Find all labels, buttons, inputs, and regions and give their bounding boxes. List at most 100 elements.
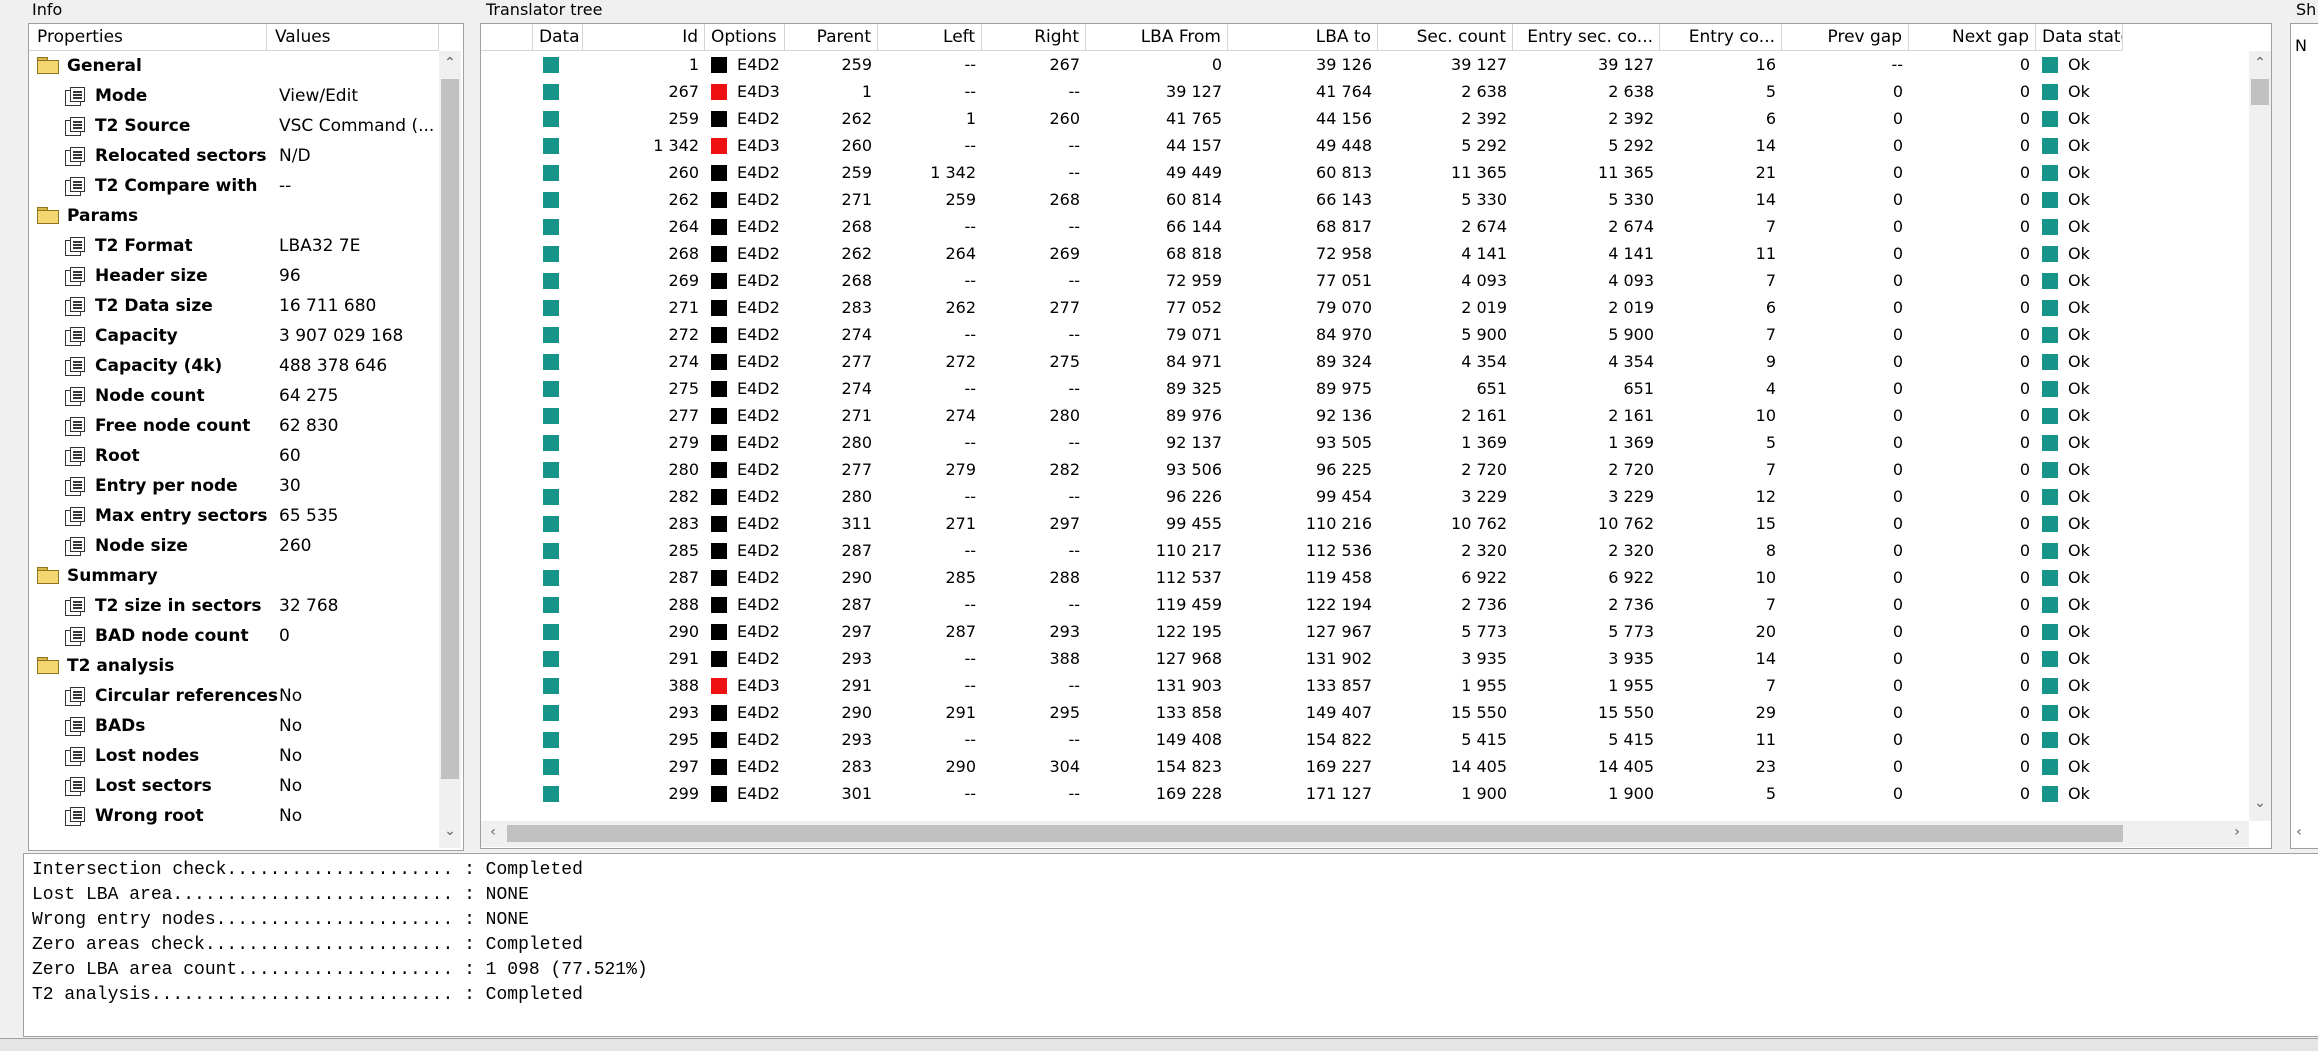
- cell-esec: 5 292: [1608, 136, 1654, 155]
- table-row[interactable]: 1 E4D2 259 -- 267 0 39 126 39 127 39 127 16 -- 0 Ok: [481, 51, 2251, 78]
- cell-prev: 0: [1892, 136, 1903, 155]
- column-header[interactable]: Entry co...: [1660, 24, 1782, 51]
- data-color-swatch: [543, 111, 559, 127]
- column-header[interactable]: Options: [705, 24, 785, 51]
- property-row[interactable]: Entry per node 30: [29, 471, 439, 501]
- property-row[interactable]: Root 60: [29, 441, 439, 471]
- table-row[interactable]: 388 E4D3 291 -- -- 131 903 133 857 1 955 1 955 7 0…: [481, 672, 2251, 699]
- table-row[interactable]: 259 E4D2 262 1 260 41 765 44 156 2 392 2 392 6 0 0 O…: [481, 105, 2251, 132]
- cell-state: Ok: [2068, 460, 2090, 479]
- cell-sec: 11 365: [1451, 163, 1507, 182]
- property-row[interactable]: Header size 96: [29, 261, 439, 291]
- column-header[interactable]: Sec. count: [1378, 24, 1513, 51]
- cell-left: 262: [945, 298, 976, 317]
- scroll-thumb[interactable]: [441, 79, 459, 779]
- property-name: T2 Source: [95, 116, 191, 136]
- column-header[interactable]: Prev gap: [1782, 24, 1909, 51]
- tree-horizontal-scrollbar[interactable]: ‹ ›: [481, 821, 2249, 847]
- scroll-up-arrow-icon[interactable]: ⌃: [2249, 55, 2271, 71]
- property-row[interactable]: Mode View/Edit: [29, 81, 439, 111]
- table-row[interactable]: 283 E4D2 311 271 297 99 455 110 216 10 762 10 76…: [481, 510, 2251, 537]
- property-row[interactable]: BADs No: [29, 711, 439, 741]
- translator-tree-table[interactable]: Data Id Options Parent Left Right LBA From LBA …: [480, 23, 2272, 849]
- property-row[interactable]: Node count 64 275: [29, 381, 439, 411]
- table-row[interactable]: 279 E4D2 280 -- -- 92 137 93 505 1 369 1 369 5 0 0 O…: [481, 429, 2251, 456]
- property-row[interactable]: Node size 260: [29, 531, 439, 561]
- property-row[interactable]: T2 size in sectors 32 768: [29, 591, 439, 621]
- values-column-header[interactable]: Values: [267, 24, 439, 51]
- cell-parent: 297: [841, 622, 872, 641]
- scroll-right-arrow-icon[interactable]: ›: [2225, 824, 2249, 840]
- column-header[interactable]: LBA From: [1086, 24, 1228, 51]
- scroll-up-arrow-icon[interactable]: ⌃: [439, 55, 461, 71]
- cell-right: --: [1068, 217, 1080, 236]
- cell-right: 295: [1049, 703, 1080, 722]
- property-row[interactable]: Wrong root No: [29, 801, 439, 831]
- property-row[interactable]: Free node count 62 830: [29, 411, 439, 441]
- cell-sec: 2 392: [1461, 109, 1507, 128]
- info-property-grid[interactable]: Properties Values General Mode View/Edit T2…: [28, 23, 464, 851]
- column-header[interactable]: LBA to: [1228, 24, 1378, 51]
- column-header[interactable]: Left: [878, 24, 982, 51]
- scroll-down-arrow-icon[interactable]: ⌄: [2249, 795, 2271, 811]
- table-row[interactable]: 291 E4D2 293 -- 388 127 968 131 902 3 935 3 935 1…: [481, 645, 2251, 672]
- table-row[interactable]: 274 E4D2 277 272 275 84 971 89 324 4 354 4 354 9 0…: [481, 348, 2251, 375]
- column-header[interactable]: Data: [533, 24, 583, 51]
- property-row[interactable]: BAD node count 0: [29, 621, 439, 651]
- table-row[interactable]: 293 E4D2 290 291 295 133 858 149 407 15 550 15 5…: [481, 699, 2251, 726]
- column-header[interactable]: Id: [583, 24, 705, 51]
- scroll-thumb[interactable]: [2251, 79, 2269, 105]
- property-row[interactable]: Lost nodes No: [29, 741, 439, 771]
- column-header[interactable]: Right: [982, 24, 1086, 51]
- info-vertical-scrollbar[interactable]: ⌃ ⌄: [439, 51, 461, 848]
- table-row[interactable]: 277 E4D2 271 274 280 89 976 92 136 2 161 2 161 10…: [481, 402, 2251, 429]
- table-row[interactable]: 272 E4D2 274 -- -- 79 071 84 970 5 900 5 900 7 0 0 O…: [481, 321, 2251, 348]
- property-row[interactable]: Capacity (4k) 488 378 646: [29, 351, 439, 381]
- property-row[interactable]: T2 Compare with --: [29, 171, 439, 201]
- table-row[interactable]: 290 E4D2 297 287 293 122 195 127 967 5 773 5 773…: [481, 618, 2251, 645]
- side-scroll-left-arrow-icon[interactable]: ‹: [2291, 824, 2307, 840]
- table-row[interactable]: 267 E4D3 1 -- -- 39 127 41 764 2 638 2 638 5 0 0 Ok: [481, 78, 2251, 105]
- table-row[interactable]: 299 E4D2 301 -- -- 169 228 171 127 1 900 1 900 5 0…: [481, 780, 2251, 807]
- column-header[interactable]: Data state: [2036, 24, 2123, 51]
- scroll-down-arrow-icon[interactable]: ⌄: [439, 823, 461, 839]
- table-row[interactable]: 285 E4D2 287 -- -- 110 217 112 536 2 320 2 320 8 0…: [481, 537, 2251, 564]
- table-row[interactable]: 275 E4D2 274 -- -- 89 325 89 975 651 651 4 0 0 Ok: [481, 375, 2251, 402]
- column-header[interactable]: Next gap: [1909, 24, 2036, 51]
- cell-opt: E4D2: [737, 217, 780, 236]
- property-row[interactable]: T2 Format LBA32 7E: [29, 231, 439, 261]
- table-row[interactable]: 288 E4D2 287 -- -- 119 459 122 194 2 736 2 736 7 0…: [481, 591, 2251, 618]
- property-row[interactable]: T2 Source VSC Command (...: [29, 111, 439, 141]
- table-row[interactable]: 264 E4D2 268 -- -- 66 144 68 817 2 674 2 674 7 0 0 O…: [481, 213, 2251, 240]
- table-row[interactable]: 268 E4D2 262 264 269 68 818 72 958 4 141 4 141 11…: [481, 240, 2251, 267]
- table-row[interactable]: 287 E4D2 290 285 288 112 537 119 458 6 922 6 922…: [481, 564, 2251, 591]
- table-row[interactable]: 282 E4D2 280 -- -- 96 226 99 454 3 229 3 229 12 0 0…: [481, 483, 2251, 510]
- table-row[interactable]: 1 342 E4D3 260 -- -- 44 157 49 448 5 292 5 292 14…: [481, 132, 2251, 159]
- property-group[interactable]: Params: [29, 201, 439, 231]
- column-header[interactable]: Entry sec. co...: [1513, 24, 1660, 51]
- table-row[interactable]: 297 E4D2 283 290 304 154 823 169 227 14 405 14 4…: [481, 753, 2251, 780]
- property-row[interactable]: Relocated sectors N/D: [29, 141, 439, 171]
- property-row[interactable]: Max entry sectors 65 535: [29, 501, 439, 531]
- property-row[interactable]: T2 Data size 16 711 680: [29, 291, 439, 321]
- bottom-tab-strip[interactable]: [0, 1038, 2318, 1051]
- property-group[interactable]: General: [29, 51, 439, 81]
- table-row[interactable]: 280 E4D2 277 279 282 93 506 96 225 2 720 2 720 7 0…: [481, 456, 2251, 483]
- table-row[interactable]: 295 E4D2 293 -- -- 149 408 154 822 5 415 5 415 11…: [481, 726, 2251, 753]
- property-row[interactable]: Lost sectors No: [29, 771, 439, 801]
- table-row[interactable]: 262 E4D2 271 259 268 60 814 66 143 5 330 5 330 14…: [481, 186, 2251, 213]
- side-panel[interactable]: N ‹: [2290, 23, 2318, 849]
- horizontal-scroll-thumb[interactable]: [507, 825, 2123, 842]
- property-row[interactable]: Circular references No: [29, 681, 439, 711]
- table-row[interactable]: 271 E4D2 283 262 277 77 052 79 070 2 019 2 019 6 0…: [481, 294, 2251, 321]
- property-group[interactable]: T2 analysis: [29, 651, 439, 681]
- properties-column-header[interactable]: Properties: [29, 24, 267, 51]
- property-row[interactable]: Capacity 3 907 029 168: [29, 321, 439, 351]
- cell-opt: E4D2: [737, 595, 780, 614]
- column-header[interactable]: Parent: [785, 24, 878, 51]
- table-row[interactable]: 269 E4D2 268 -- -- 72 959 77 051 4 093 4 093 7 0 0 O…: [481, 267, 2251, 294]
- table-row[interactable]: 260 E4D2 259 1 342 -- 49 449 60 813 11 365 11 36…: [481, 159, 2251, 186]
- property-group[interactable]: Summary: [29, 561, 439, 591]
- tree-vertical-scrollbar[interactable]: ⌃ ⌄: [2249, 51, 2271, 821]
- scroll-left-arrow-icon[interactable]: ‹: [481, 824, 505, 840]
